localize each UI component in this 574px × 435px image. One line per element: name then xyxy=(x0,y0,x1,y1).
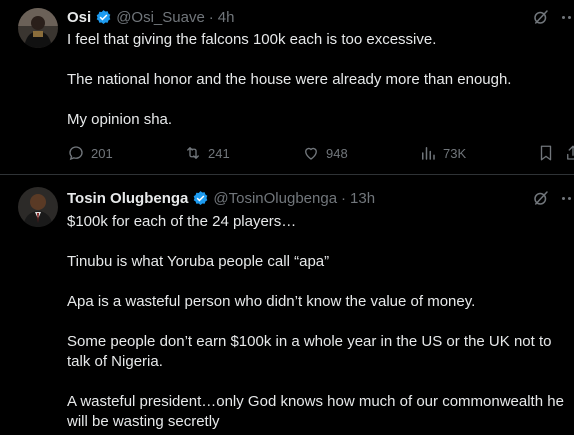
grok-icon[interactable] xyxy=(532,189,550,207)
verified-badge-icon xyxy=(95,9,112,26)
separator-dot: · xyxy=(341,189,347,207)
views-chart-icon xyxy=(422,147,435,160)
tweet-paragraph: Apa is a wasteful person who didn’t know… xyxy=(67,293,476,310)
author-handle[interactable]: @TosinOlugbenga xyxy=(213,190,337,207)
reply-button[interactable]: 201 xyxy=(67,143,113,163)
more-options-icon[interactable] xyxy=(562,189,574,207)
tweet-paragraph: Some people don’t earn $100k in a whole … xyxy=(67,333,552,370)
views-count: 73K xyxy=(443,145,467,161)
verified-badge-icon xyxy=(192,190,209,207)
tweet-paragraph: Tinubu is what Yoruba people call “apa” xyxy=(67,253,330,270)
timeline-feed: Osi @Osi_Suave · 4h I feel that giving t… xyxy=(0,0,574,435)
timestamp[interactable]: 13h xyxy=(350,190,375,207)
author-name[interactable]: Tosin Olugbenga xyxy=(67,190,188,207)
tweet-paragraph: A wasteful president…only God knows how … xyxy=(67,393,564,430)
repost-icon xyxy=(187,147,199,159)
grok-icon[interactable] xyxy=(532,8,550,26)
tweet-header: Osi @Osi_Suave · 4h xyxy=(67,7,234,27)
tweet-paragraph: My opinion sha. xyxy=(67,111,173,128)
bookmark-button[interactable] xyxy=(537,143,561,163)
views-button[interactable]: 73K xyxy=(419,143,466,163)
avatar[interactable] xyxy=(18,187,58,227)
timestamp[interactable]: 4h xyxy=(218,9,235,26)
like-count: 948 xyxy=(326,145,348,161)
bookmark-icon xyxy=(540,145,552,161)
tweet-action-bar: 201 241 948 73K xyxy=(67,143,574,163)
heart-icon xyxy=(305,147,317,160)
repost-count: 241 xyxy=(208,145,230,161)
tweet[interactable]: Tosin Olugbenga @TosinOlugbenga · 13h $1… xyxy=(0,176,574,435)
avatar[interactable] xyxy=(18,8,58,48)
separator-dot: · xyxy=(208,8,214,26)
author-name[interactable]: Osi xyxy=(67,9,91,26)
like-button[interactable]: 948 xyxy=(302,143,348,163)
tweet-text: I feel that giving the falcons 100k each… xyxy=(67,30,574,130)
reply-icon xyxy=(69,146,83,161)
tweet[interactable]: Osi @Osi_Suave · 4h I feel that giving t… xyxy=(0,0,574,175)
tweet-top-actions xyxy=(532,189,574,207)
tweet-header: Tosin Olugbenga @TosinOlugbenga · 13h xyxy=(67,188,375,208)
share-icon xyxy=(567,145,574,160)
reply-count: 201 xyxy=(91,145,113,161)
author-handle[interactable]: @Osi_Suave xyxy=(116,9,205,26)
share-button[interactable] xyxy=(564,143,574,163)
repost-button[interactable]: 241 xyxy=(184,143,230,163)
tweet-paragraph: I feel that giving the falcons 100k each… xyxy=(67,31,437,48)
tweet-top-actions xyxy=(532,8,574,26)
tweet-paragraph: $100k for each of the 24 players… xyxy=(67,213,297,230)
tweet-paragraph: The national honor and the house were al… xyxy=(67,71,512,88)
tweet-text: $100k for each of the 24 players… Tinubu… xyxy=(67,212,574,432)
more-options-icon[interactable] xyxy=(562,8,574,26)
